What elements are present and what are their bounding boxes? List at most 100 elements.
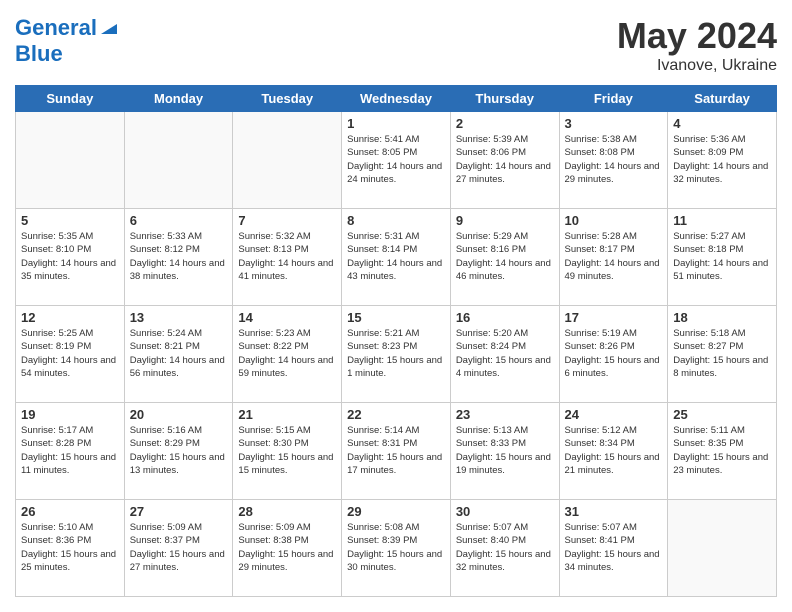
day-number: 15 bbox=[347, 310, 445, 325]
cell-info: Sunrise: 5:35 AM Sunset: 8:10 PM Dayligh… bbox=[21, 230, 119, 283]
table-row: 27 Sunrise: 5:09 AM Sunset: 8:37 PM Dayli… bbox=[124, 500, 233, 597]
table-row: 14 Sunrise: 5:23 AM Sunset: 8:22 PM Dayli… bbox=[233, 306, 342, 403]
cell-info: Sunrise: 5:15 AM Sunset: 8:30 PM Dayligh… bbox=[238, 424, 336, 477]
table-row: 16 Sunrise: 5:20 AM Sunset: 8:24 PM Dayli… bbox=[450, 306, 559, 403]
day-number: 19 bbox=[21, 407, 119, 422]
logo-line1: General bbox=[15, 15, 119, 41]
calendar-week-row: 1 Sunrise: 5:41 AM Sunset: 8:05 PM Daylig… bbox=[16, 112, 777, 209]
table-row: 29 Sunrise: 5:08 AM Sunset: 8:39 PM Dayli… bbox=[342, 500, 451, 597]
day-number: 30 bbox=[456, 504, 554, 519]
day-number: 1 bbox=[347, 116, 445, 131]
cell-info: Sunrise: 5:29 AM Sunset: 8:16 PM Dayligh… bbox=[456, 230, 554, 283]
cell-info: Sunrise: 5:24 AM Sunset: 8:21 PM Dayligh… bbox=[130, 327, 228, 380]
day-number: 22 bbox=[347, 407, 445, 422]
table-row: 17 Sunrise: 5:19 AM Sunset: 8:26 PM Dayli… bbox=[559, 306, 668, 403]
cell-info: Sunrise: 5:38 AM Sunset: 8:08 PM Dayligh… bbox=[565, 133, 663, 186]
calendar-header-row: Sunday Monday Tuesday Wednesday Thursday… bbox=[16, 86, 777, 112]
day-number: 31 bbox=[565, 504, 663, 519]
cell-info: Sunrise: 5:16 AM Sunset: 8:29 PM Dayligh… bbox=[130, 424, 228, 477]
table-row: 4 Sunrise: 5:36 AM Sunset: 8:09 PM Daylig… bbox=[668, 112, 777, 209]
calendar-week-row: 19 Sunrise: 5:17 AM Sunset: 8:28 PM Dayli… bbox=[16, 403, 777, 500]
day-number: 9 bbox=[456, 213, 554, 228]
table-row bbox=[124, 112, 233, 209]
col-thursday: Thursday bbox=[450, 86, 559, 112]
header: General Blue May 2024 Ivanove, Ukraine bbox=[15, 15, 777, 75]
cell-info: Sunrise: 5:09 AM Sunset: 8:37 PM Dayligh… bbox=[130, 521, 228, 574]
day-number: 14 bbox=[238, 310, 336, 325]
cell-info: Sunrise: 5:28 AM Sunset: 8:17 PM Dayligh… bbox=[565, 230, 663, 283]
cell-info: Sunrise: 5:21 AM Sunset: 8:23 PM Dayligh… bbox=[347, 327, 445, 380]
title-location: Ivanove, Ukraine bbox=[617, 57, 777, 75]
day-number: 27 bbox=[130, 504, 228, 519]
col-saturday: Saturday bbox=[668, 86, 777, 112]
cell-info: Sunrise: 5:11 AM Sunset: 8:35 PM Dayligh… bbox=[673, 424, 771, 477]
table-row: 12 Sunrise: 5:25 AM Sunset: 8:19 PM Dayli… bbox=[16, 306, 125, 403]
cell-info: Sunrise: 5:33 AM Sunset: 8:12 PM Dayligh… bbox=[130, 230, 228, 283]
day-number: 28 bbox=[238, 504, 336, 519]
day-number: 12 bbox=[21, 310, 119, 325]
calendar-week-row: 26 Sunrise: 5:10 AM Sunset: 8:36 PM Dayli… bbox=[16, 500, 777, 597]
day-number: 24 bbox=[565, 407, 663, 422]
cell-info: Sunrise: 5:25 AM Sunset: 8:19 PM Dayligh… bbox=[21, 327, 119, 380]
cell-info: Sunrise: 5:23 AM Sunset: 8:22 PM Dayligh… bbox=[238, 327, 336, 380]
cell-info: Sunrise: 5:27 AM Sunset: 8:18 PM Dayligh… bbox=[673, 230, 771, 283]
table-row: 9 Sunrise: 5:29 AM Sunset: 8:16 PM Daylig… bbox=[450, 209, 559, 306]
cell-info: Sunrise: 5:41 AM Sunset: 8:05 PM Dayligh… bbox=[347, 133, 445, 186]
calendar-week-row: 12 Sunrise: 5:25 AM Sunset: 8:19 PM Dayli… bbox=[16, 306, 777, 403]
day-number: 3 bbox=[565, 116, 663, 131]
logo: General Blue bbox=[15, 15, 119, 67]
day-number: 5 bbox=[21, 213, 119, 228]
day-number: 17 bbox=[565, 310, 663, 325]
table-row: 13 Sunrise: 5:24 AM Sunset: 8:21 PM Dayli… bbox=[124, 306, 233, 403]
cell-info: Sunrise: 5:18 AM Sunset: 8:27 PM Dayligh… bbox=[673, 327, 771, 380]
logo-general: General bbox=[15, 15, 97, 41]
table-row: 3 Sunrise: 5:38 AM Sunset: 8:08 PM Daylig… bbox=[559, 112, 668, 209]
table-row: 30 Sunrise: 5:07 AM Sunset: 8:40 PM Dayli… bbox=[450, 500, 559, 597]
day-number: 11 bbox=[673, 213, 771, 228]
cell-info: Sunrise: 5:07 AM Sunset: 8:40 PM Dayligh… bbox=[456, 521, 554, 574]
title-block: May 2024 Ivanove, Ukraine bbox=[617, 15, 777, 75]
table-row: 18Sunrise: 5:18 AM Sunset: 8:27 PM Dayli… bbox=[668, 306, 777, 403]
table-row: 21 Sunrise: 5:15 AM Sunset: 8:30 PM Dayli… bbox=[233, 403, 342, 500]
table-row: 19 Sunrise: 5:17 AM Sunset: 8:28 PM Dayli… bbox=[16, 403, 125, 500]
cell-info: Sunrise: 5:07 AM Sunset: 8:41 PM Dayligh… bbox=[565, 521, 663, 574]
cell-info: Sunrise: 5:09 AM Sunset: 8:38 PM Dayligh… bbox=[238, 521, 336, 574]
calendar-week-row: 5 Sunrise: 5:35 AM Sunset: 8:10 PM Daylig… bbox=[16, 209, 777, 306]
table-row bbox=[233, 112, 342, 209]
day-number: 2 bbox=[456, 116, 554, 131]
cell-info: Sunrise: 5:31 AM Sunset: 8:14 PM Dayligh… bbox=[347, 230, 445, 283]
day-number: 7 bbox=[238, 213, 336, 228]
table-row: 1 Sunrise: 5:41 AM Sunset: 8:05 PM Daylig… bbox=[342, 112, 451, 209]
cell-info: Sunrise: 5:10 AM Sunset: 8:36 PM Dayligh… bbox=[21, 521, 119, 574]
cell-info: Sunrise: 5:17 AM Sunset: 8:28 PM Dayligh… bbox=[21, 424, 119, 477]
day-number: 25 bbox=[673, 407, 771, 422]
cell-info: Sunrise: 5:20 AM Sunset: 8:24 PM Dayligh… bbox=[456, 327, 554, 380]
day-number: 23 bbox=[456, 407, 554, 422]
table-row: 31 Sunrise: 5:07 AM Sunset: 8:41 PM Dayli… bbox=[559, 500, 668, 597]
day-number: 13 bbox=[130, 310, 228, 325]
cell-info: Sunrise: 5:32 AM Sunset: 8:13 PM Dayligh… bbox=[238, 230, 336, 283]
cell-info: Sunrise: 5:19 AM Sunset: 8:26 PM Dayligh… bbox=[565, 327, 663, 380]
table-row: 28 Sunrise: 5:09 AM Sunset: 8:38 PM Dayli… bbox=[233, 500, 342, 597]
day-number: 29 bbox=[347, 504, 445, 519]
table-row: 15 Sunrise: 5:21 AM Sunset: 8:23 PM Dayli… bbox=[342, 306, 451, 403]
table-row: 26 Sunrise: 5:10 AM Sunset: 8:36 PM Dayli… bbox=[16, 500, 125, 597]
table-row: 6Sunrise: 5:33 AM Sunset: 8:12 PM Daylig… bbox=[124, 209, 233, 306]
table-row: 8Sunrise: 5:31 AM Sunset: 8:14 PM Daylig… bbox=[342, 209, 451, 306]
table-row: 22 Sunrise: 5:14 AM Sunset: 8:31 PM Dayli… bbox=[342, 403, 451, 500]
col-wednesday: Wednesday bbox=[342, 86, 451, 112]
day-number: 21 bbox=[238, 407, 336, 422]
table-row: 24Sunrise: 5:12 AM Sunset: 8:34 PM Dayli… bbox=[559, 403, 668, 500]
day-number: 4 bbox=[673, 116, 771, 131]
day-number: 10 bbox=[565, 213, 663, 228]
table-row: 20Sunrise: 5:16 AM Sunset: 8:29 PM Dayli… bbox=[124, 403, 233, 500]
day-number: 16 bbox=[456, 310, 554, 325]
day-number: 26 bbox=[21, 504, 119, 519]
cell-info: Sunrise: 5:36 AM Sunset: 8:09 PM Dayligh… bbox=[673, 133, 771, 186]
table-row: 10 Sunrise: 5:28 AM Sunset: 8:17 PM Dayli… bbox=[559, 209, 668, 306]
cell-info: Sunrise: 5:08 AM Sunset: 8:39 PM Dayligh… bbox=[347, 521, 445, 574]
cell-info: Sunrise: 5:13 AM Sunset: 8:33 PM Dayligh… bbox=[456, 424, 554, 477]
title-month: May 2024 bbox=[617, 15, 777, 57]
table-row: 5 Sunrise: 5:35 AM Sunset: 8:10 PM Daylig… bbox=[16, 209, 125, 306]
cell-info: Sunrise: 5:14 AM Sunset: 8:31 PM Dayligh… bbox=[347, 424, 445, 477]
